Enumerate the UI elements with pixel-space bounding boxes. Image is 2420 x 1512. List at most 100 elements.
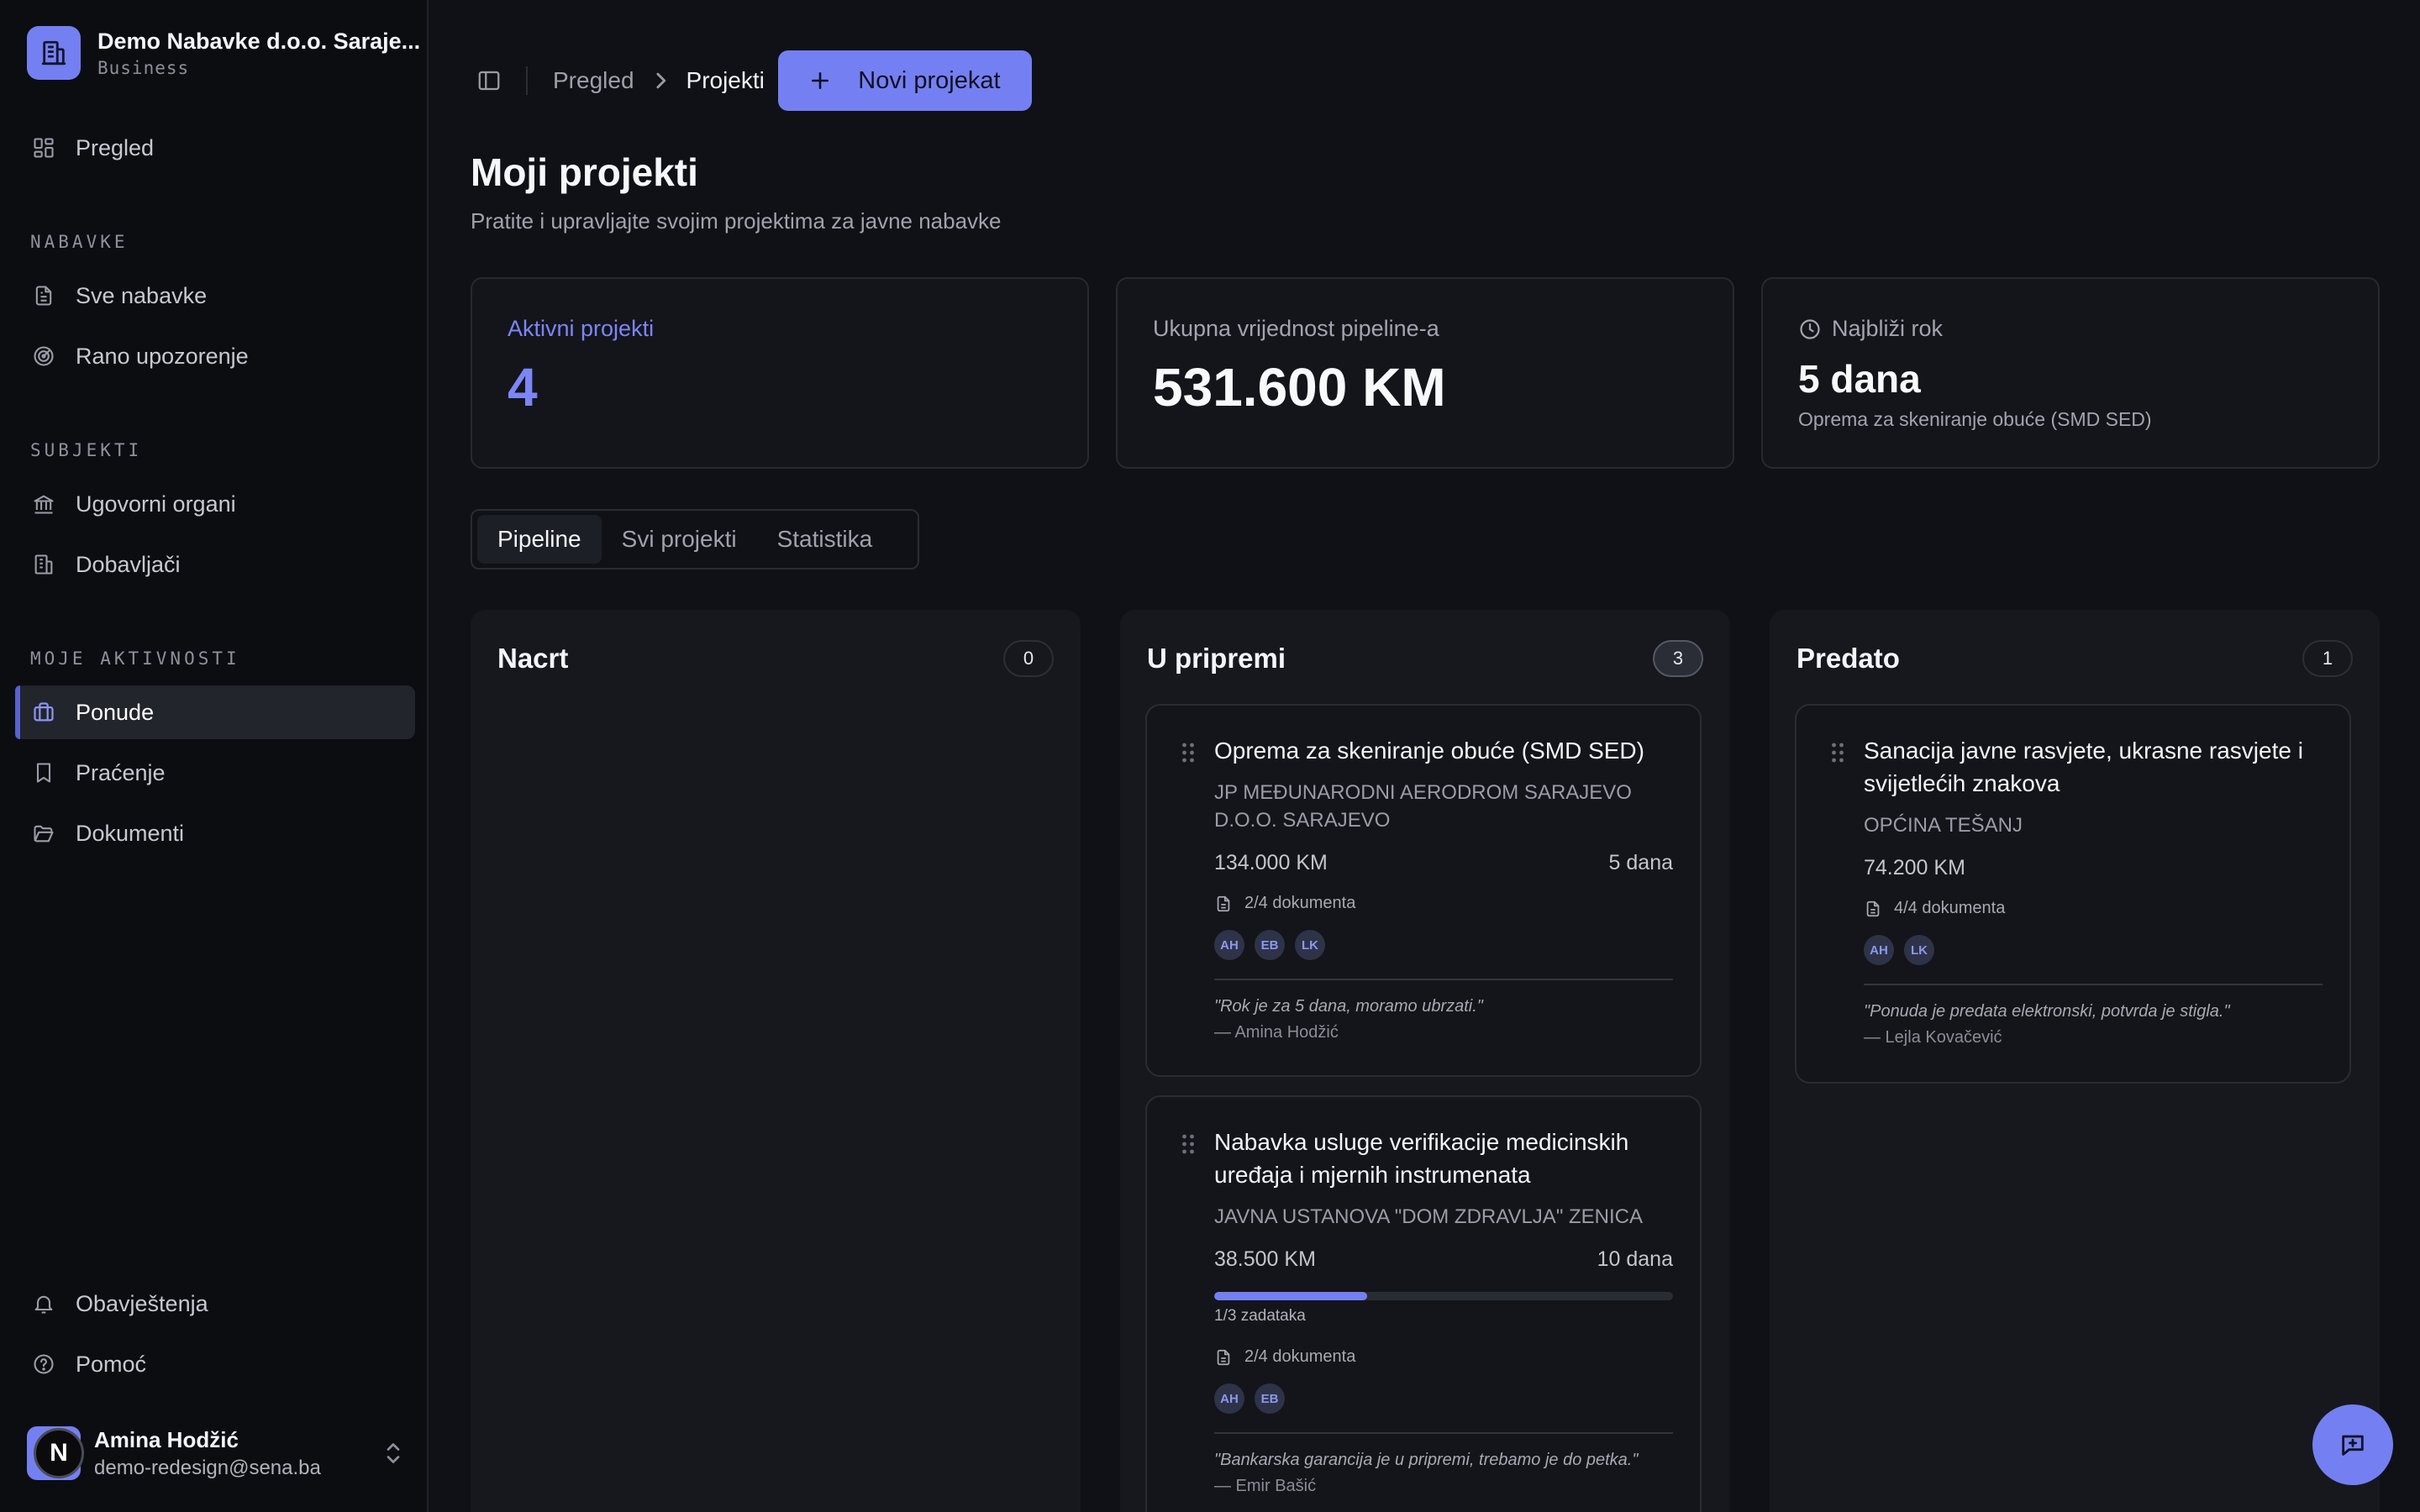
card-organization: JAVNA USTANOVA "DOM ZDRAVLJA" ZENICA xyxy=(1214,1205,1644,1228)
drag-handle-icon[interactable] xyxy=(1830,741,1845,769)
nav-item-early-warning[interactable]: Rano upozorenje xyxy=(15,329,415,383)
avatar: AH xyxy=(1214,1383,1244,1414)
project-card[interactable]: Nabavka usluge verifikacije medicinskih … xyxy=(1145,1095,1702,1512)
nav-label: Praćenje xyxy=(76,759,166,785)
nav-item-suppliers[interactable]: Dobavljači xyxy=(15,538,415,591)
nav-label: Dobavljači xyxy=(76,551,181,577)
plus-icon xyxy=(809,70,831,92)
user-menu[interactable]: N Amina Hodžić demo-redesign@sena.ba xyxy=(27,1420,405,1487)
avatar: AH xyxy=(1214,930,1244,960)
kanban-column-submitted: Predato 1 Sanacija javne rasvjete, ukras… xyxy=(1770,610,2380,1512)
project-card[interactable]: Oprema za skeniranje obuće (SMD SED) JP … xyxy=(1145,704,1702,1077)
avatar: N xyxy=(27,1426,84,1480)
nav-label: Sve nabavke xyxy=(76,282,208,308)
card-deadline: 10 dana xyxy=(1597,1247,1673,1271)
file-icon xyxy=(1214,895,1233,913)
kanban-column-in-preparation: U pripremi 3 Oprema za skeniranje obuće … xyxy=(1120,610,1730,1512)
column-count-badge: 1 xyxy=(2302,640,2353,677)
nav-label: Dokumenti xyxy=(76,820,185,846)
column-title: U pripremi xyxy=(1147,643,1286,674)
message-plus-icon xyxy=(2338,1431,2367,1459)
avatar: AH xyxy=(1864,935,1894,965)
new-project-button[interactable]: Novi projekat xyxy=(777,50,1032,111)
view-tabs: Pipeline Svi projekti Statistika xyxy=(471,509,919,570)
file-icon xyxy=(1864,900,1882,918)
nav-item-notifications[interactable]: Obavještenja xyxy=(15,1277,415,1331)
bookmark-icon xyxy=(30,759,57,786)
nav-item-tracking[interactable]: Praćenje xyxy=(15,746,415,800)
stat-detail: Oprema za skeniranje obuće (SMD SED) xyxy=(1798,408,2152,430)
sidebar-toggle-icon[interactable] xyxy=(472,64,506,97)
tab-statistics[interactable]: Statistika xyxy=(757,515,893,564)
nav-item-help[interactable]: Pomoć xyxy=(15,1337,415,1391)
stat-card-nearest-deadline: Najbliži rok 5 dana Oprema za skeniranje… xyxy=(1761,277,2380,469)
card-comment: "Bankarska garancija je u pripremi, treb… xyxy=(1214,1451,1639,1469)
radar-icon xyxy=(30,343,57,370)
chat-button[interactable] xyxy=(2312,1404,2393,1485)
divider xyxy=(1214,979,1673,980)
card-comment-author: — Lejla Kovačević xyxy=(1864,1028,2002,1047)
column-title: Predato xyxy=(1797,643,1900,674)
nav-item-documents[interactable]: Dokumenti xyxy=(15,806,415,860)
task-progress-fill xyxy=(1214,1292,1367,1300)
drag-handle-icon[interactable] xyxy=(1181,741,1196,769)
building-icon xyxy=(30,551,57,578)
nav-item-overview[interactable]: Pregled xyxy=(15,121,415,175)
nav-label: Pregled xyxy=(76,134,155,160)
stat-value: 531.600 KM xyxy=(1153,357,1446,417)
card-comment-author: — Emir Bašić xyxy=(1214,1477,1317,1495)
card-deadline: 5 dana xyxy=(1608,851,1673,874)
avatar: LK xyxy=(1904,935,1934,965)
tab-pipeline[interactable]: Pipeline xyxy=(477,515,602,564)
page-subtitle: Pratite i upravljajte svojim projektima … xyxy=(471,208,1002,234)
tab-all-projects[interactable]: Svi projekti xyxy=(602,515,757,564)
file-icon xyxy=(1214,1348,1233,1367)
org-switcher[interactable]: Demo Nabavke d.o.o. Saraje... Business xyxy=(27,24,420,82)
divider xyxy=(526,66,528,95)
card-value: 38.500 KM xyxy=(1214,1247,1316,1271)
column-count-badge: 3 xyxy=(1653,640,1703,677)
card-value: 74.200 KM xyxy=(1864,856,1965,879)
project-card[interactable]: Sanacija javne rasvjete, ukrasne rasvjet… xyxy=(1795,704,2351,1084)
nav-item-contracting-authorities[interactable]: Ugovorni organi xyxy=(15,477,415,531)
card-organization: OPĆINA TEŠANJ xyxy=(1864,814,2023,837)
card-value: 134.000 KM xyxy=(1214,851,1328,874)
stat-label: Najbliži rok xyxy=(1832,316,1944,341)
org-name: Demo Nabavke d.o.o. Saraje... xyxy=(97,28,421,54)
assignees: AH EB LK xyxy=(1214,930,1673,960)
nav-label: Ponude xyxy=(76,699,155,725)
dashboard-icon xyxy=(30,134,57,161)
task-progress-bar xyxy=(1214,1292,1673,1300)
stat-value: 4 xyxy=(508,357,538,417)
file-text-icon xyxy=(30,282,57,309)
card-title: Nabavka usluge verifikacije medicinskih … xyxy=(1214,1129,1629,1188)
assignees: AH LK xyxy=(1864,935,2323,965)
card-comment: "Rok je za 5 dana, moramo ubrzati." xyxy=(1214,997,1483,1016)
card-documents: 2/4 dokumenta xyxy=(1244,1347,1356,1366)
page-title: Moji projekti xyxy=(471,150,698,194)
new-project-label: Novi projekat xyxy=(858,66,1001,94)
breadcrumb-parent[interactable]: Pregled xyxy=(553,67,634,94)
card-comment: "Ponuda je predata elektronski, potvrda … xyxy=(1864,1002,2230,1021)
n-badge-icon[interactable]: N xyxy=(34,1428,84,1478)
card-title: Oprema za skeniranje obuće (SMD SED) xyxy=(1214,738,1644,764)
section-label-activities: MOJE AKTIVNOSTI xyxy=(30,648,240,669)
nav-item-all-procurements[interactable]: Sve nabavke xyxy=(15,269,415,323)
sidebar: Demo Nabavke d.o.o. Saraje... Business P… xyxy=(0,0,429,1512)
topbar: Pregled Projekti Novi projekat xyxy=(472,50,1032,111)
section-label-subjects: SUBJEKTI xyxy=(30,440,143,460)
stat-card-pipeline-value: Ukupna vrijednost pipeline-a 531.600 KM xyxy=(1116,277,1734,469)
briefcase-icon xyxy=(30,699,57,726)
column-title: Nacrt xyxy=(497,643,569,674)
chevron-right-icon xyxy=(653,71,668,90)
drag-handle-icon[interactable] xyxy=(1181,1132,1196,1160)
clock-icon xyxy=(1798,318,1822,341)
stat-value: 5 dana xyxy=(1798,357,1921,401)
avatar: EB xyxy=(1255,930,1285,960)
stat-label: Aktivni projekti xyxy=(508,316,655,341)
bell-icon xyxy=(30,1290,57,1317)
chevrons-up-down-icon xyxy=(381,1436,405,1470)
card-documents: 4/4 dokumenta xyxy=(1894,899,2006,917)
nav-item-bids[interactable]: Ponude xyxy=(15,685,415,739)
building-icon xyxy=(27,26,81,80)
